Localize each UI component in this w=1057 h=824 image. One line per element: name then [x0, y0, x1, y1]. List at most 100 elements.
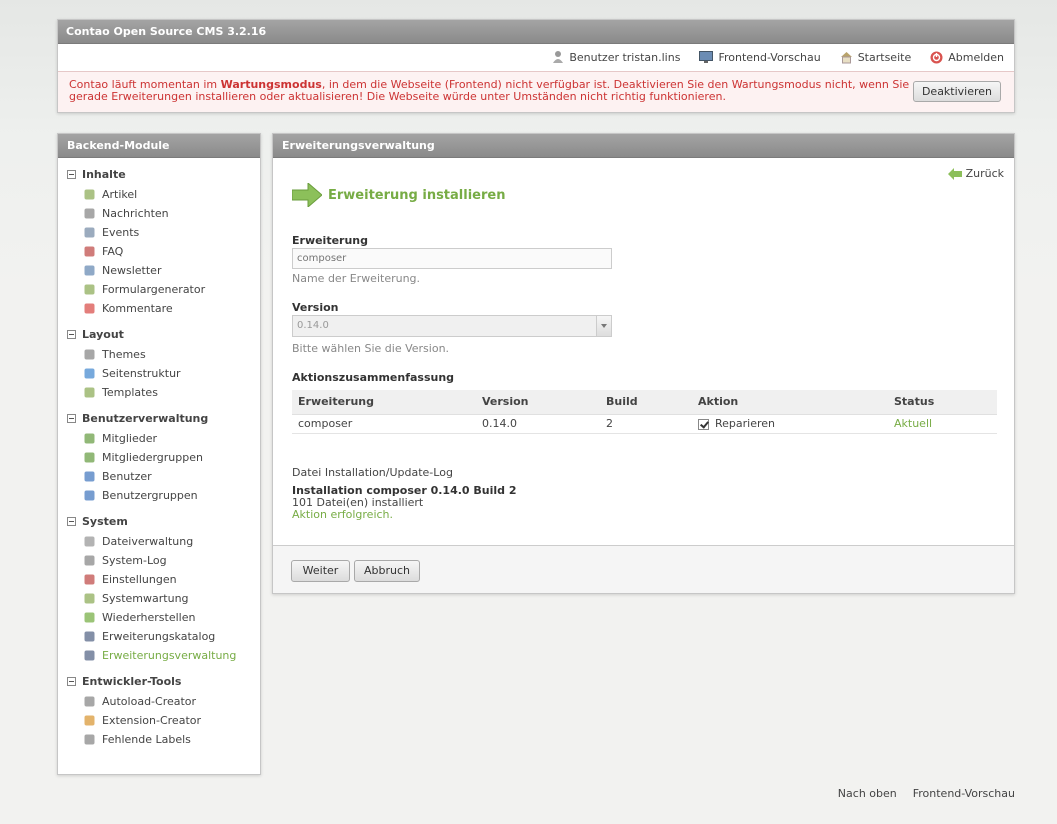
extension-input[interactable]: [292, 248, 612, 269]
module-icon: [83, 367, 96, 380]
logout-link[interactable]: Abmelden: [930, 50, 1004, 64]
sidebar-group-toggle[interactable]: Layout: [67, 326, 260, 342]
sidebar-item-label: Einstellungen: [102, 573, 177, 586]
sidebar-group-toggle[interactable]: Entwickler-Tools: [67, 673, 260, 689]
sidebar-item-erweiterungsverwaltung[interactable]: Erweiterungsverwaltung: [67, 646, 260, 665]
sidebar-item-label: Dateiverwaltung: [102, 535, 194, 548]
forward-arrow-icon: [292, 183, 322, 207]
module-icon: [83, 245, 96, 258]
collapse-icon: [67, 169, 76, 179]
sidebar-item-einstellungen[interactable]: Einstellungen: [67, 570, 260, 589]
footer-frontend-preview-link[interactable]: Frontend-Vorschau: [913, 787, 1015, 800]
logout-label: Abmelden: [948, 50, 1004, 64]
app-title: Contao Open Source CMS 3.2.16: [58, 20, 1014, 44]
repair-checkbox[interactable]: [698, 418, 709, 430]
sidebar-group-toggle[interactable]: Benutzerverwaltung: [67, 410, 260, 426]
module-icon: [83, 470, 96, 483]
sidebar-item-events[interactable]: Events: [67, 223, 260, 242]
home-label: Startseite: [857, 50, 912, 64]
back-label: Zurück: [965, 167, 1004, 180]
page-heading: Erweiterung installieren: [292, 183, 505, 207]
frontend-preview-link[interactable]: Frontend-Vorschau: [699, 50, 821, 64]
sidebar-item-formulargenerator[interactable]: Formulargenerator: [67, 280, 260, 299]
sidebar-item-benutzergruppen[interactable]: Benutzergruppen: [67, 486, 260, 505]
sidebar-group-label: Layout: [82, 327, 124, 341]
continue-button[interactable]: Weiter: [291, 560, 350, 582]
module-icon: [83, 264, 96, 277]
sidebar-item-themes[interactable]: Themes: [67, 345, 260, 364]
deactivate-button[interactable]: Deaktivieren: [913, 81, 1001, 102]
sidebar-item-kommentare[interactable]: Kommentare: [67, 299, 260, 318]
user-icon: [553, 51, 564, 63]
module-icon: [83, 573, 96, 586]
sidebar-item-label: Nachrichten: [102, 207, 169, 220]
sidebar-item-newsletter[interactable]: Newsletter: [67, 261, 260, 280]
sidebar-item-label: Wiederherstellen: [102, 611, 196, 624]
module-icon: [83, 386, 96, 399]
sidebar-item-templates[interactable]: Templates: [67, 383, 260, 402]
sidebar-item-label: Mitglieder: [102, 432, 157, 445]
sidebar-group-toggle[interactable]: System: [67, 513, 260, 529]
sidebar-item-benutzer[interactable]: Benutzer: [67, 467, 260, 486]
module-icon: [83, 695, 96, 708]
header-panel: Contao Open Source CMS 3.2.16 Benutzer t…: [57, 19, 1015, 113]
sidebar-item-label: Templates: [102, 386, 158, 399]
home-icon: [840, 51, 852, 63]
sidebar-group-benutzerverwaltung: Benutzerverwaltung Mitglieder Mitgliedergr…: [67, 410, 260, 505]
sidebar-item-erweiterungskatalog[interactable]: Erweiterungskatalog: [67, 627, 260, 646]
sidebar-item-label: Themes: [102, 348, 146, 361]
user-link-label: Benutzer tristan.lins: [569, 50, 681, 64]
home-link[interactable]: Startseite: [840, 50, 912, 64]
module-icon: [83, 348, 96, 361]
sidebar-item-extension-creator[interactable]: Extension-Creator: [67, 711, 260, 730]
version-select[interactable]: 0.14.0: [292, 315, 612, 337]
sidebar-item-mitglieder[interactable]: Mitglieder: [67, 429, 260, 448]
sidebar-item-mitgliedergruppen[interactable]: Mitgliedergruppen: [67, 448, 260, 467]
sidebar-item-label: Mitgliedergruppen: [102, 451, 203, 464]
user-link[interactable]: Benutzer tristan.lins: [552, 50, 680, 64]
cell-version: 0.14.0: [476, 414, 600, 434]
sidebar-group-entwickler-tools: Entwickler-Tools Autoload-Creator Extensio…: [67, 673, 260, 749]
column-header-build: Build: [600, 390, 692, 415]
sidebar-item-label: Benutzergruppen: [102, 489, 198, 502]
sidebar-item-artikel[interactable]: Artikel: [67, 185, 260, 204]
sidebar-item-label: FAQ: [102, 245, 124, 258]
sidebar-item-wiederherstellen[interactable]: Wiederherstellen: [67, 608, 260, 627]
back-to-top-link[interactable]: Nach oben: [838, 787, 897, 800]
module-icon: [83, 489, 96, 502]
column-header-action: Aktion: [692, 390, 888, 415]
sidebar-item-systemwartung[interactable]: Systemwartung: [67, 589, 260, 608]
table-header-row: Erweiterung Version Build Aktion Status: [292, 390, 997, 415]
sidebar-group-label: System: [82, 514, 128, 528]
monitor-icon: [699, 51, 714, 63]
sidebar-item-label: Erweiterungskatalog: [102, 630, 216, 643]
sidebar-item-label: Benutzer: [102, 470, 152, 483]
sidebar-group-system: System Dateiverwaltung System-Log Einstellu…: [67, 513, 260, 665]
version-help: Bitte wählen Sie die Version.: [292, 342, 450, 355]
log-title: Datei Installation/Update-Log: [292, 466, 453, 479]
sidebar-item-faq[interactable]: FAQ: [67, 242, 260, 261]
frontend-preview-label: Frontend-Vorschau: [718, 50, 821, 64]
sidebar-item-autoload-creator[interactable]: Autoload-Creator: [67, 692, 260, 711]
sidebar-item-nachrichten[interactable]: Nachrichten: [67, 204, 260, 223]
sidebar-item-label: Events: [102, 226, 140, 239]
module-icon: [83, 207, 96, 220]
cancel-button[interactable]: Abbruch: [354, 560, 420, 582]
page-footer: Nach oben Frontend-Vorschau: [822, 787, 1015, 800]
module-icon: [83, 283, 96, 296]
sidebar-title: Backend-Module: [58, 134, 260, 158]
sidebar: Backend-Module Inhalte Artikel Nachrichten…: [57, 133, 261, 775]
collapse-icon: [67, 329, 76, 339]
sidebar-item-system-log[interactable]: System-Log: [67, 551, 260, 570]
table-row: composer 0.14.0 2 Reparieren Aktuell: [292, 414, 997, 434]
sidebar-group-toggle[interactable]: Inhalte: [67, 166, 260, 182]
summary-label: Aktionszusammenfassung: [292, 371, 455, 384]
sidebar-item-fehlende-labels[interactable]: Fehlende Labels: [67, 730, 260, 749]
main-title: Erweiterungsverwaltung: [273, 134, 1014, 158]
cell-status: Aktuell: [888, 414, 997, 434]
sidebar-group-label: Entwickler-Tools: [82, 674, 182, 688]
sidebar-item-dateiverwaltung[interactable]: Dateiverwaltung: [67, 532, 260, 551]
version-select-value: 0.14.0: [297, 320, 329, 331]
back-link[interactable]: Zurück: [947, 167, 1004, 180]
sidebar-item-seitenstruktur[interactable]: Seitenstruktur: [67, 364, 260, 383]
